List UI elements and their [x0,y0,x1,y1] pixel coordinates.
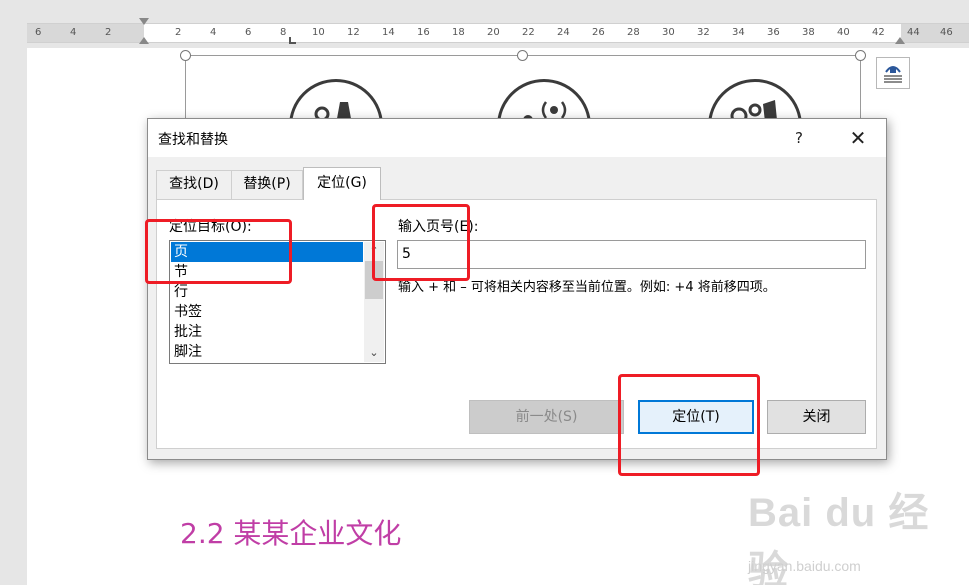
dialog-titlebar[interactable]: 查找和替换 ? ✕ [148,119,886,157]
goto-hint-text: 输入 + 和 – 可将相关内容移至当前位置。例如: +4 将前移四项。 [398,280,776,295]
page-number-input[interactable]: 5 [397,240,866,269]
list-item[interactable]: 脚注 [171,342,363,362]
ruler-label: 6 [245,27,252,38]
ruler-label: 40 [837,27,850,38]
ruler-label: 8 [280,27,287,38]
ruler-label: 36 [767,27,780,38]
goto-tab-panel: 定位目标(O): 页 节 行 书签 批注 脚注 ⌃ ⌄ 输入页号(E): 5 输… [156,199,877,449]
ruler-label: 28 [627,27,640,38]
help-button[interactable]: ? [779,123,819,153]
scrollbar-thumb[interactable] [365,261,383,299]
list-item[interactable]: 行 [171,282,363,302]
ruler-label: 4 [70,27,77,38]
ruler-left-margin [27,24,144,42]
ruler-label: 38 [802,27,815,38]
layout-options-icon [884,66,902,83]
goto-target-listbox[interactable]: 页 节 行 书签 批注 脚注 ⌃ ⌄ [169,240,386,364]
dialog-title: 查找和替换 [158,132,228,148]
ruler-label: 22 [522,27,535,38]
page-number-label: 输入页号(E): [398,219,479,235]
list-item[interactable]: 页 [171,242,363,262]
ruler-label: 24 [557,27,570,38]
ruler-label: 14 [382,27,395,38]
first-line-indent-marker[interactable] [139,18,149,25]
ruler-label: 46 [940,27,953,38]
ruler-label: 32 [697,27,710,38]
ruler-label: 4 [210,27,217,38]
resize-handle[interactable] [180,50,191,61]
chevron-up-icon[interactable]: ⌃ [364,242,384,260]
baidu-watermark: Bai du 经验 jingyan.baidu.com [748,480,966,585]
layout-options-button[interactable] [876,57,910,89]
ruler-bar[interactable]: 6 4 2 2 4 6 8 10 12 14 16 18 20 22 24 26… [27,23,969,43]
ruler-label: 26 [592,27,605,38]
tab-find[interactable]: 查找(D) [156,170,232,199]
tab-replace[interactable]: 替换(P) [231,170,303,199]
tab-goto[interactable]: 定位(G) [303,167,381,200]
ruler-label: 2 [175,27,182,38]
ruler-label: 44 [907,27,920,38]
chevron-down-icon[interactable]: ⌄ [364,344,384,362]
goto-target-label: 定位目标(O): [169,219,252,235]
listbox-scrollbar[interactable]: ⌃ ⌄ [364,242,384,362]
list-item[interactable]: 书签 [171,302,363,322]
close-icon[interactable]: ✕ [838,123,878,153]
resize-handle[interactable] [517,50,528,61]
ruler-label: 42 [872,27,885,38]
ruler-label: 30 [662,27,675,38]
ruler-label: 12 [347,27,360,38]
watermark-url: jingyan.baidu.com [748,558,861,574]
horizontal-ruler[interactable]: 6 4 2 2 4 6 8 10 12 14 16 18 20 22 24 26… [0,0,969,48]
ruler-label: 18 [452,27,465,38]
ruler-label: 6 [35,27,42,38]
hanging-indent-marker[interactable] [139,37,149,44]
list-item[interactable]: 批注 [171,322,363,342]
ruler-label: 16 [417,27,430,38]
find-replace-dialog[interactable]: 查找和替换 ? ✕ 查找(D) 替换(P) 定位(G) 定位目标(O): 页 节… [147,118,887,460]
right-indent-marker[interactable] [895,37,905,44]
resize-handle[interactable] [855,50,866,61]
goto-button[interactable]: 定位(T) [638,400,754,434]
ruler-label: 10 [312,27,325,38]
ruler-label: 2 [105,27,112,38]
previous-button[interactable]: 前一处(S) [469,400,624,434]
tab-stop-marker[interactable] [289,37,296,44]
close-button[interactable]: 关闭 [767,400,866,434]
list-item[interactable]: 节 [171,262,363,282]
ruler-label: 20 [487,27,500,38]
ruler-label: 34 [732,27,745,38]
document-heading: 2.2 某某企业文化 [180,517,402,550]
